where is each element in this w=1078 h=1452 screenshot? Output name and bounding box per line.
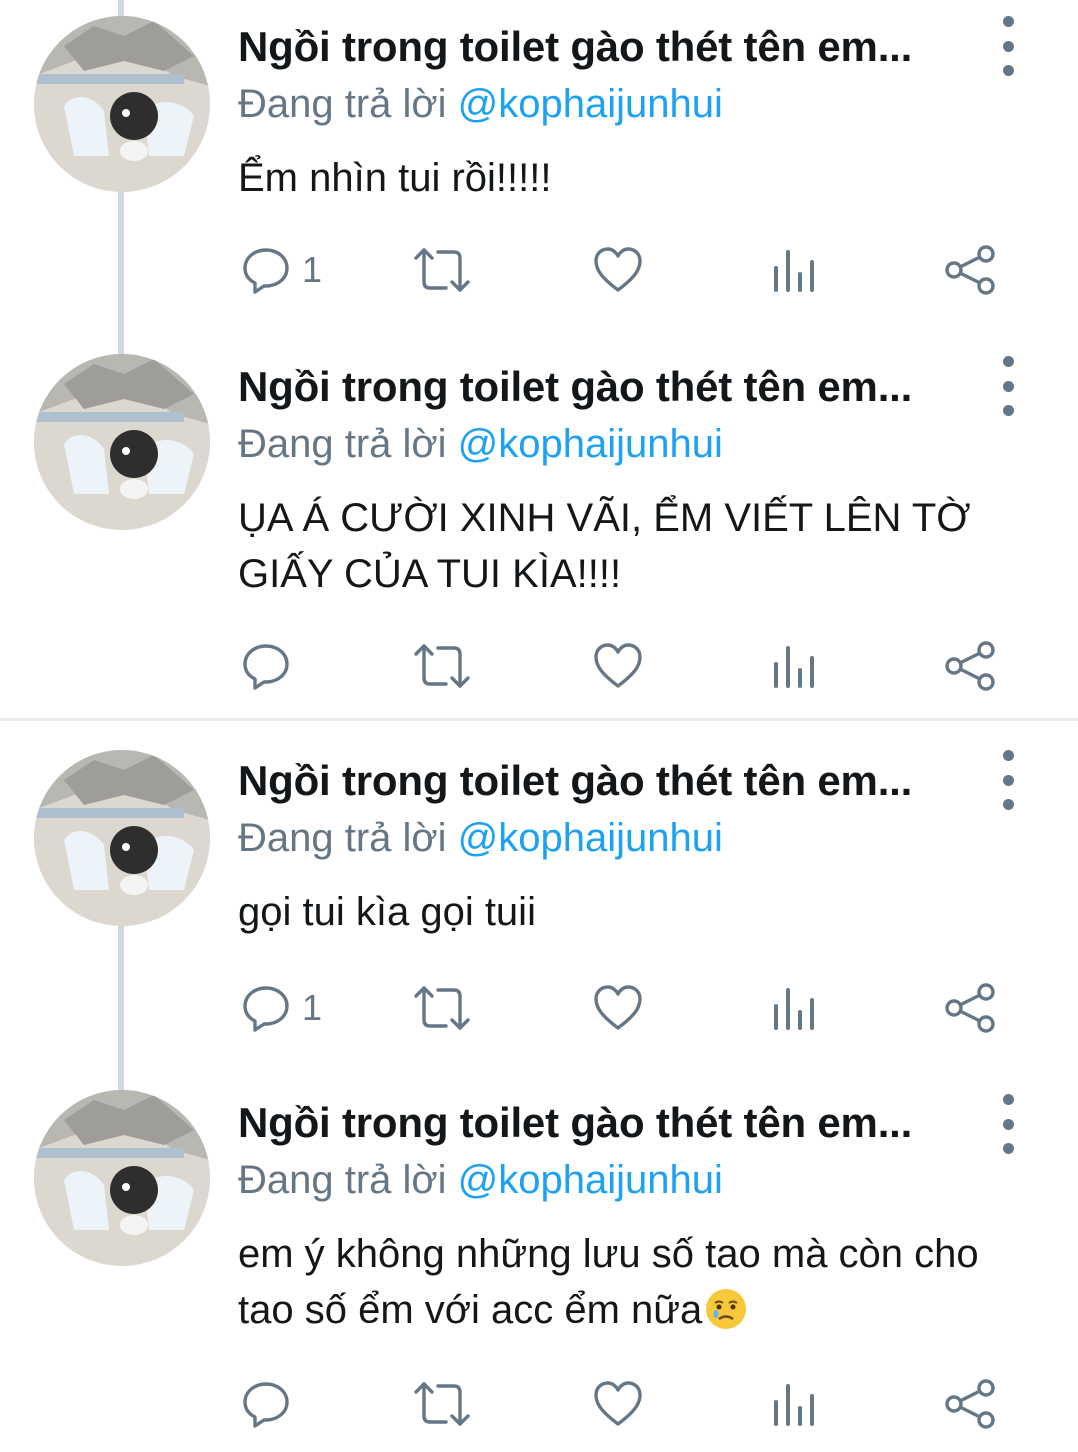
analytics-button[interactable] [770,978,818,1038]
tweet-text: gọi tui kìa gọi tuii [238,890,536,934]
conversation-divider [0,718,1078,721]
reply-handle-link[interactable]: @kophaijunhui [458,1158,723,1202]
display-name[interactable]: Ngồi trong toilet gào thét tên em... [238,362,912,412]
tweet-text: em ý không những lưu số tao mà còn cho t… [238,1226,1038,1338]
share-button[interactable] [944,1374,998,1434]
like-button[interactable] [592,240,644,300]
more-options-icon[interactable] [996,356,1020,416]
reply-button[interactable] [240,636,302,696]
display-name[interactable]: Ngồi trong toilet gào thét tên em... [238,22,912,72]
share-icon [945,983,995,1033]
analytics-button[interactable] [770,1374,818,1434]
avatar-image [34,354,210,530]
replying-to-label: Đang trả lời [238,422,447,466]
action-bar: 1 [0,240,1078,300]
avatar[interactable] [34,750,210,926]
reply-bubble-icon [243,644,289,690]
bar-chart-icon [774,646,814,688]
like-button[interactable] [592,636,644,696]
reply-button[interactable]: 1 [240,240,322,300]
replying-to: Đang trả lời @kophaijunhui [238,80,723,128]
heart-icon [594,1381,642,1426]
display-name[interactable]: Ngồi trong toilet gào thét tên em... [238,1098,912,1148]
tweet-text-body: em ý không những lưu số tao mà còn cho t… [238,1232,979,1332]
replying-to: Đang trả lời @kophaijunhui [238,1156,723,1204]
tweet-text: Ểm nhìn tui rồi!!!!! [238,156,552,200]
reply-button[interactable] [240,1374,302,1434]
retweet-icon [414,1382,470,1426]
share-icon [945,245,995,295]
avatar[interactable] [34,354,210,530]
more-options-icon[interactable] [996,750,1020,810]
share-button[interactable] [944,636,998,696]
avatar-image [34,1090,210,1266]
tweet-text: ỤA Á CƯỜI XINH VÃI, ỂM VIẾT LÊN TỜ GIẤY … [238,496,971,596]
heart-icon [594,247,642,292]
share-button[interactable] [944,978,998,1038]
reply-count: 1 [302,987,323,1028]
action-bar [0,1374,1078,1434]
replying-to-label: Đang trả lời [238,82,447,126]
share-icon [945,641,995,691]
reply-handle-link[interactable]: @kophaijunhui [458,82,723,126]
like-button[interactable] [592,978,644,1038]
tweet[interactable]: Ngồi trong toilet gào thét tên em... Đan… [0,0,1078,340]
more-options-icon[interactable] [996,1094,1020,1154]
share-icon [945,1379,995,1429]
like-button[interactable] [592,1374,644,1434]
retweet-button[interactable] [412,636,472,696]
bar-chart-icon [774,250,814,292]
bar-chart-icon [774,988,814,1030]
tweet[interactable]: Ngồi trong toilet gào thét tên em... Đan… [0,1074,1078,1452]
display-name[interactable]: Ngồi trong toilet gào thét tên em... [238,756,912,806]
replying-to-label: Đang trả lời [238,1158,447,1202]
retweet-button[interactable] [412,978,472,1038]
avatar[interactable] [34,1090,210,1266]
crying-face-icon [706,1289,747,1329]
reply-handle-link[interactable]: @kophaijunhui [458,816,723,860]
analytics-button[interactable] [770,240,818,300]
avatar-image [34,750,210,926]
tweet[interactable]: Ngồi trong toilet gào thét tên em... Đan… [0,340,1078,720]
avatar-image [34,16,210,192]
replying-to: Đang trả lời @kophaijunhui [238,420,723,468]
avatar[interactable] [34,16,210,192]
retweet-button[interactable] [412,1374,472,1434]
reply-handle-link[interactable]: @kophaijunhui [458,422,723,466]
action-bar: 1 [0,978,1078,1038]
reply-bubble-icon [243,248,289,294]
reply-bubble-icon [243,1382,289,1428]
heart-icon [594,985,642,1030]
retweet-icon [414,986,470,1030]
reply-button[interactable]: 1 [240,978,322,1038]
replying-to: Đang trả lời @kophaijunhui [238,814,723,862]
heart-icon [594,643,642,688]
tweet[interactable]: Ngồi trong toilet gào thét tên em... Đan… [0,734,1078,1074]
retweet-button[interactable] [412,240,472,300]
retweet-icon [414,644,470,688]
action-bar [0,636,1078,696]
share-button[interactable] [944,240,998,300]
more-options-icon[interactable] [996,16,1020,76]
bar-chart-icon [774,1384,814,1426]
retweet-icon [414,248,470,292]
analytics-button[interactable] [770,636,818,696]
replying-to-label: Đang trả lời [238,816,447,860]
reply-bubble-icon [243,986,289,1032]
reply-count: 1 [302,249,323,290]
